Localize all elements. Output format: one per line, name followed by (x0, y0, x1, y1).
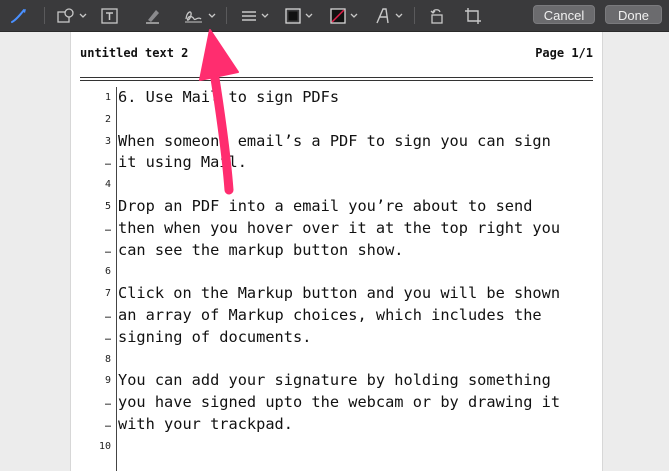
text-style-icon (376, 7, 389, 23)
text-line: 7 Click on the Markup button and you will… (71, 283, 602, 305)
line-text[interactable]: then when you hover over it at the top r… (118, 218, 560, 240)
text-line: … signing of documents. (71, 327, 602, 349)
crop-icon (465, 7, 481, 24)
line-text[interactable]: signing of documents. (118, 327, 311, 349)
sketch-tool-button[interactable] (10, 0, 32, 31)
text-line: 6 (71, 261, 602, 283)
text-line: … you have signed upto the webcam or by d… (71, 392, 602, 414)
chevron-down-icon (305, 13, 313, 18)
shape-style-button[interactable] (240, 0, 269, 31)
text-line: 9 You can add your signature by holding s… (71, 370, 602, 392)
document-title: untitled text 2 (80, 46, 189, 60)
text-line: … then when you hover over it at the top … (71, 218, 602, 240)
done-button[interactable]: Done (605, 5, 662, 24)
line-number: 5 (104, 200, 111, 212)
text-line: 10 (71, 436, 602, 458)
shapes-tool-button[interactable] (56, 0, 87, 31)
chevron-down-icon (350, 13, 358, 18)
rotate-icon (430, 8, 443, 24)
text-icon (101, 7, 118, 24)
text-line: 4 (71, 174, 602, 196)
text-line: 1 6. Use Mail to sign PDFs (71, 87, 602, 109)
page-indicator: Page 1/1 (535, 46, 593, 60)
chevron-down-icon (208, 13, 216, 18)
rotate-button[interactable] (428, 0, 446, 31)
shapes-icon (57, 7, 74, 23)
line-number: 4 (104, 179, 111, 191)
line-text[interactable]: with your trackpad. (118, 414, 293, 436)
line-text[interactable]: an array of Markup choices, which includ… (118, 305, 542, 327)
text-line: 2 (71, 109, 602, 131)
highlight-tool-button[interactable] (143, 0, 163, 31)
text-line: … with your trackpad. (71, 414, 602, 436)
line-number: 9 (104, 375, 111, 387)
line-number: 3 (104, 135, 111, 147)
line-text[interactable]: Click on the Markup button and you will … (118, 283, 560, 305)
text-line: … an array of Markup choices, which inclu… (71, 305, 602, 327)
line-number: … (104, 244, 111, 256)
text-body: 1 6. Use Mail to sign PDFs 2 3 When someone … (71, 87, 602, 458)
line-number: … (104, 222, 111, 234)
line-text[interactable]: When someone email’s a PDF to sign you c… (118, 131, 551, 153)
line-number: … (104, 157, 111, 169)
border-color-button[interactable] (284, 0, 313, 31)
sign-tool-button[interactable] (183, 0, 216, 31)
line-text[interactable]: 6. Use Mail to sign PDFs (118, 87, 339, 109)
line-text[interactable]: can see the markup button show. (118, 240, 404, 262)
text-tool-button[interactable] (100, 0, 120, 31)
text-line: 8 (71, 349, 602, 371)
line-text[interactable]: you have signed upto the webcam or by dr… (118, 392, 560, 414)
line-number: … (104, 397, 111, 409)
crop-button[interactable] (464, 0, 482, 31)
chevron-down-icon (79, 13, 87, 18)
line-number: 10 (98, 440, 111, 452)
border-color-icon (285, 7, 301, 24)
chevron-down-icon (395, 13, 403, 18)
text-style-button[interactable] (374, 0, 403, 31)
fill-color-icon (330, 7, 346, 24)
sign-icon (185, 10, 202, 22)
line-number: … (104, 418, 111, 430)
line-number: 7 (104, 288, 111, 300)
line-number: 1 (104, 92, 111, 103)
line-number: … (104, 309, 111, 321)
text-line: … it using Mail. (71, 152, 602, 174)
text-line: … can see the markup button show. (71, 240, 602, 262)
text-line: 5 Drop an PDF into a email you’re about t… (71, 196, 602, 218)
line-style-icon (242, 10, 256, 21)
line-number: 8 (104, 353, 111, 365)
fill-color-button[interactable] (329, 0, 358, 31)
line-text[interactable]: You can add your signature by holding so… (118, 370, 551, 392)
markup-toolbar: Cancel Done (0, 0, 669, 32)
header-rule (80, 77, 593, 78)
cancel-button[interactable]: Cancel (533, 5, 595, 24)
line-text[interactable]: Drop an PDF into a email you’re about to… (118, 196, 532, 218)
highlight-icon (146, 9, 159, 24)
line-text[interactable]: it using Mail. (118, 152, 247, 174)
document-page: untitled text 2 Page 1/1 1 6. Use Mail to… (70, 32, 603, 471)
line-number: 2 (104, 113, 111, 125)
header-rule (80, 80, 593, 81)
text-line: 3 When someone email’s a PDF to sign you … (71, 131, 602, 153)
sketch-icon (11, 8, 26, 23)
chevron-down-icon (261, 13, 269, 18)
line-number: 6 (104, 266, 111, 278)
line-number: … (104, 331, 111, 343)
